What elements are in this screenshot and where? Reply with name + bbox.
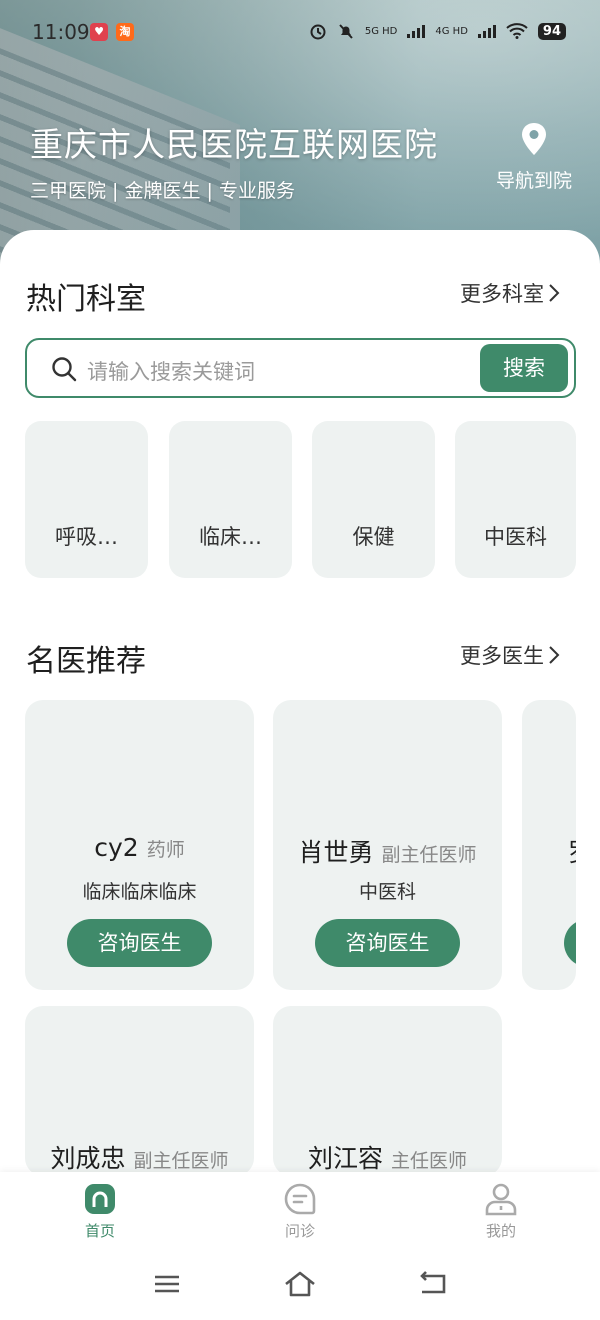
tab-home-label: 首页 xyxy=(84,1222,115,1240)
doctor-name: cy2 xyxy=(94,833,139,862)
signal-icon xyxy=(407,24,426,38)
chevron-right-icon xyxy=(549,646,560,664)
location-pin-icon xyxy=(522,123,546,155)
consult-doctor-button[interactable]: 咨询医生 xyxy=(315,919,460,967)
department-label: 临床… xyxy=(199,525,262,549)
consult-doctor-button[interactable]: 咨询医生 xyxy=(67,919,212,967)
department-label: 中医科 xyxy=(484,525,547,549)
doctor-department: 临床临床临床 xyxy=(82,881,197,903)
alarm-icon xyxy=(310,24,326,40)
department-card[interactable]: 临床… xyxy=(169,421,292,578)
user-icon xyxy=(485,1183,517,1216)
chevron-right-icon xyxy=(549,284,560,302)
search-bar: 请输入搜索关键词 搜索 xyxy=(25,338,576,398)
tab-consult-label: 问诊 xyxy=(284,1222,315,1240)
search-button[interactable]: 搜索 xyxy=(480,344,568,392)
doctor-title: 主任医师 xyxy=(391,1150,468,1172)
doctor-card[interactable]: 肖世勇 副主任医师 中医科 咨询医生 xyxy=(273,700,502,990)
doctor-name: 刘江容 xyxy=(307,1144,383,1173)
hospital-name: 重庆市人民医院互联网医院 xyxy=(30,125,438,164)
doctor-card[interactable]: 刘成忠 副主任医师 xyxy=(25,1006,254,1176)
wifi-icon xyxy=(506,23,528,39)
battery-indicator: 94 xyxy=(537,22,566,40)
chat-bubble-icon xyxy=(284,1183,316,1215)
doctor-card[interactable]: cy2 药师 临床临床临床 咨询医生 xyxy=(25,700,254,990)
department-label: 保健 xyxy=(352,525,395,549)
more-departments-link[interactable]: 更多科室 xyxy=(460,278,560,308)
tab-home[interactable]: 首页 xyxy=(40,1182,160,1241)
menu-icon[interactable] xyxy=(153,1270,181,1298)
status-bar: 11:09 ♥ 淘 5G HD 4G HD 94 xyxy=(0,0,600,64)
search-icon xyxy=(52,357,77,382)
doctor-name: 刘成忠 xyxy=(50,1144,126,1173)
recommended-doctors-title: 名医推荐 xyxy=(26,644,146,679)
home-nav-icon[interactable] xyxy=(284,1270,316,1298)
doctor-name: 肖世勇 xyxy=(298,838,374,867)
doctor-title: 副主任医师 xyxy=(381,844,477,866)
mute-bell-icon xyxy=(339,24,353,39)
tab-profile-label: 我的 xyxy=(485,1222,516,1240)
doctor-title: 副主任医师 xyxy=(133,1150,229,1172)
tab-consult[interactable]: 问诊 xyxy=(240,1182,360,1241)
taobao-notification-icon: 淘 xyxy=(116,23,134,41)
doctor-card[interactable]: 刘江容 主任医师 xyxy=(273,1006,502,1176)
app-notification-icon: ♥ xyxy=(90,23,108,41)
consult-doctor-button[interactable] xyxy=(564,919,576,967)
home-icon xyxy=(85,1184,115,1214)
search-input[interactable]: 请输入搜索关键词 xyxy=(87,356,255,386)
more-doctors-link[interactable]: 更多医生 xyxy=(460,640,560,670)
more-doctors-label: 更多医生 xyxy=(460,644,544,668)
system-navigation-bar xyxy=(0,1252,600,1320)
bottom-tab-bar: 首页 问诊 我的 xyxy=(0,1172,600,1252)
doctor-title: 药师 xyxy=(146,839,185,861)
network-4g-label: 4G HD xyxy=(435,25,468,37)
department-label: 呼吸… xyxy=(55,525,118,549)
navigate-label: 导航到院 xyxy=(495,170,572,192)
doctor-department: 中医科 xyxy=(358,881,416,903)
department-card[interactable]: 呼吸… xyxy=(25,421,148,578)
doctor-card[interactable]: 罗 xyxy=(522,700,576,990)
department-card[interactable]: 保健 xyxy=(312,421,435,578)
network-5g-label: 5G HD xyxy=(364,25,398,37)
back-icon[interactable] xyxy=(418,1270,448,1298)
navigate-to-hospital-button[interactable]: 导航到院 xyxy=(488,122,580,193)
more-departments-label: 更多科室 xyxy=(460,282,544,306)
hospital-tagline: 三甲医院 | 金牌医生 | 专业服务 xyxy=(30,180,295,202)
tab-profile[interactable]: 我的 xyxy=(441,1182,561,1241)
signal-icon xyxy=(477,24,496,38)
doctor-name: 罗 xyxy=(568,838,576,867)
department-card[interactable]: 中医科 xyxy=(455,421,576,578)
status-time: 11:09 xyxy=(32,20,90,44)
hot-departments-title: 热门科室 xyxy=(26,282,146,317)
